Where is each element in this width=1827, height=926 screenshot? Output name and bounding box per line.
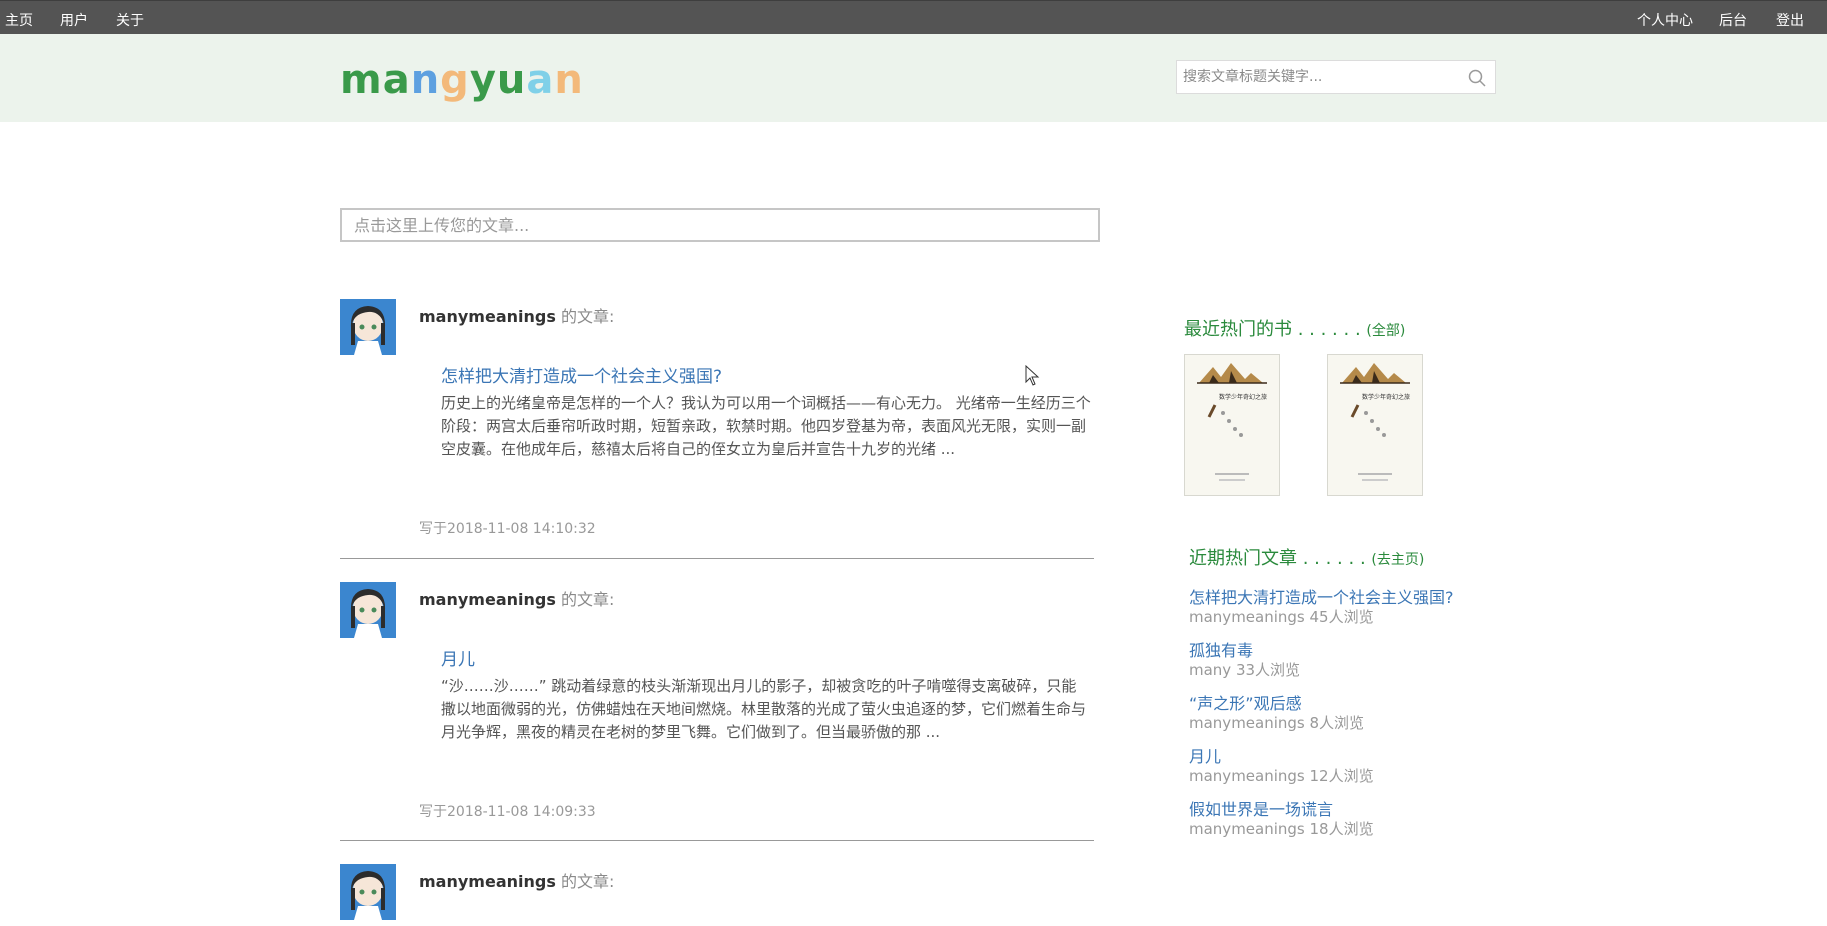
nav-about-link[interactable]: 关于 <box>116 10 144 30</box>
article-title-link[interactable]: 月儿 <box>441 645 475 670</box>
author-suffix: 的文章: <box>560 872 615 891</box>
nav-admin-link[interactable]: 后台 <box>1719 10 1747 30</box>
book-cover-image: 数学少年奇幻之旅 <box>1328 355 1422 495</box>
article-item: manymeanings 的文章: 怎样把大清打造成一个社会主义强国? 历史上的… <box>340 299 1094 559</box>
logo-letter: n <box>554 57 584 103</box>
logo-letter: a <box>526 57 555 103</box>
hot-article-meta: many 33人浏览 <box>1189 661 1301 679</box>
nav-home-link[interactable]: 主页 <box>5 10 33 30</box>
article-item: manymeanings 的文章: 月儿 “沙……沙……” 跳动着绿意的枝头渐渐… <box>340 582 1094 842</box>
author-name[interactable]: manymeanings <box>419 872 556 891</box>
hot-article-title-link[interactable]: “声之形”观后感 <box>1189 690 1302 714</box>
logo-letter: n <box>410 57 441 103</box>
upload-article-box <box>340 208 1100 242</box>
article-date: 写于2018-11-08 14:10:32 <box>419 521 596 537</box>
book-cover[interactable]: 数学少年奇幻之旅 <box>1327 354 1423 496</box>
hot-article-meta: manymeanings 45人浏览 <box>1189 608 1374 626</box>
book-cover-image: 数学少年奇幻之旅 <box>1185 355 1279 495</box>
author-line: manymeanings 的文章: <box>419 303 614 327</box>
popular-articles-heading: 近期热门文章 . . . . . . (去主页) <box>1189 544 1424 570</box>
hot-article-meta: manymeanings 18人浏览 <box>1189 820 1374 838</box>
article-excerpt: “沙……沙……” 跳动着绿意的枝头渐渐现出月儿的影子，却被贪吃的叶子啃噬得支离破… <box>441 677 1087 741</box>
author-name[interactable]: manymeanings <box>419 307 556 326</box>
nav-logout-link[interactable]: 登出 <box>1776 10 1804 30</box>
avatar[interactable] <box>340 864 396 920</box>
search-box <box>1176 60 1496 94</box>
article-date: 写于2018-11-08 14:09:33 <box>419 804 596 820</box>
site-logo[interactable]: mangyuan <box>340 57 584 103</box>
avatar-image <box>340 299 396 355</box>
hot-article-meta: manymeanings 8人浏览 <box>1189 714 1365 732</box>
search-icon[interactable] <box>1467 68 1487 88</box>
article-excerpt: 历史上的光绪皇帝是怎样的一个人？我认为可以用一个词概括——有心无力。 光绪帝一生… <box>441 394 1091 458</box>
top-nav-bar: 主页 用户 关于 个人中心 后台 登出 <box>0 0 1827 34</box>
popular-articles-heading-text: 近期热门文章 . . . . . . <box>1189 548 1366 569</box>
hot-article-meta: manymeanings 12人浏览 <box>1189 767 1374 785</box>
logo-letter: a <box>382 57 411 103</box>
article-divider <box>340 558 1094 559</box>
author-suffix: 的文章: <box>560 590 615 609</box>
logo-letter: u <box>496 57 527 103</box>
all-books-link[interactable]: (全部) <box>1366 323 1405 339</box>
hot-article-title-link[interactable]: 怎样把大清打造成一个社会主义强国? <box>1189 584 1454 608</box>
svg-text:数学少年奇幻之旅: 数学少年奇幻之旅 <box>1362 393 1410 401</box>
avatar[interactable] <box>340 582 396 638</box>
hot-article-title-link[interactable]: 孤独有毒 <box>1189 637 1253 661</box>
article-title-link[interactable]: 怎样把大清打造成一个社会主义强国? <box>441 362 722 387</box>
avatar-image <box>340 582 396 638</box>
hot-article-title-link[interactable]: 假如世界是一场谎言 <box>1189 796 1333 820</box>
logo-letter: m <box>340 57 383 103</box>
site-header: mangyuan <box>0 34 1827 122</box>
go-home-link[interactable]: (去主页) <box>1371 552 1424 568</box>
avatar[interactable] <box>340 299 396 355</box>
logo-letter: g <box>440 57 470 103</box>
popular-books-heading-text: 最近热门的书 . . . . . . <box>1184 319 1361 340</box>
logo-letter: y <box>469 57 497 103</box>
mouse-cursor-icon <box>1025 365 1040 386</box>
author-line: manymeanings 的文章: <box>419 586 614 610</box>
nav-users-link[interactable]: 用户 <box>60 10 88 30</box>
hot-article-title-link[interactable]: 月儿 <box>1189 743 1221 767</box>
author-suffix: 的文章: <box>560 307 615 326</box>
svg-text:数学少年奇幻之旅: 数学少年奇幻之旅 <box>1219 393 1267 401</box>
article-divider <box>340 840 1094 841</box>
upload-article-input[interactable] <box>342 210 1098 240</box>
article-item: manymeanings 的文章: <box>340 864 1094 926</box>
avatar-image <box>340 864 396 920</box>
popular-books-heading: 最近热门的书 . . . . . . (全部) <box>1184 315 1405 341</box>
nav-profile-link[interactable]: 个人中心 <box>1637 10 1693 30</box>
book-cover[interactable]: 数学少年奇幻之旅 <box>1184 354 1280 496</box>
search-input[interactable] <box>1177 61 1463 93</box>
author-name[interactable]: manymeanings <box>419 590 556 609</box>
author-line: manymeanings 的文章: <box>419 868 614 892</box>
